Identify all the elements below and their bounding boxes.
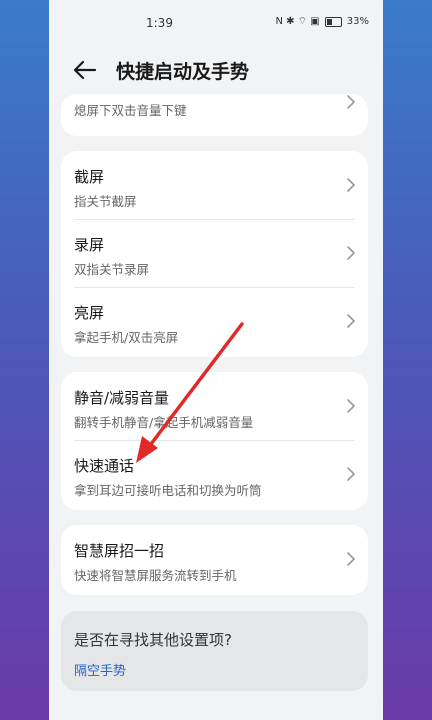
battery-percent: 33%: [346, 16, 369, 27]
page-title: 快捷启动及手势: [116, 61, 250, 83]
chevron-right-icon: [347, 95, 355, 109]
settings-row-mute[interactable]: 静音/减弱音量 翻转手机静音/拿起手机减弱音量: [61, 372, 368, 440]
page-header: 快捷启动及手势: [49, 46, 383, 94]
status-time: 1:39: [146, 16, 173, 30]
divider: [74, 219, 355, 220]
settings-card-smart-screen: 智慧屏招一招 快速将智慧屏服务流转到手机: [61, 525, 368, 595]
battery-icon: [324, 16, 342, 27]
row-subtitle: 指关节截屏: [74, 194, 137, 209]
row-title: 快速通话: [74, 457, 135, 475]
row-title: 录屏: [74, 236, 105, 254]
chevron-right-icon: [347, 399, 355, 413]
settings-card-calls: 静音/减弱音量 翻转手机静音/拿起手机减弱音量 快速通话 拿到耳边可接听电话和切…: [61, 372, 368, 510]
chevron-right-icon: [347, 314, 355, 328]
status-icons: N ✱ ⌔ ▣ 33%: [276, 15, 369, 28]
settings-row-quick-call[interactable]: 快速通话 拿到耳边可接听电话和切换为听筒: [61, 440, 368, 508]
row-subtitle: 快速将智慧屏服务流转到手机: [74, 568, 237, 583]
back-arrow-icon[interactable]: [71, 56, 99, 84]
status-bar: 1:39 N ✱ ⌔ ▣ 33%: [49, 0, 383, 46]
chevron-right-icon: [347, 178, 355, 192]
chevron-right-icon: [347, 552, 355, 566]
status-indicator-icons: N ✱ ⌔ ▣: [275, 16, 320, 27]
settings-row-partial[interactable]: 熄屏下双击音量下键: [61, 94, 368, 136]
row-title: 智慧屏招一招: [74, 542, 165, 560]
row-subtitle: 翻转手机静音/拿起手机减弱音量: [74, 415, 254, 430]
settings-row-smart-screen-wave[interactable]: 智慧屏招一招 快速将智慧屏服务流转到手机: [61, 525, 368, 593]
row-title: 静音/减弱音量: [74, 389, 170, 407]
settings-row-screenshot[interactable]: 截屏 指关节截屏: [61, 151, 368, 219]
row-subtitle: 熄屏下双击音量下键: [74, 103, 187, 118]
row-title: 亮屏: [74, 304, 105, 322]
search-suggestion-link[interactable]: 隔空手势: [74, 660, 126, 679]
search-suggestion-card: 是否在寻找其他设置项? 隔空手势: [61, 611, 368, 691]
row-subtitle: 双指关节录屏: [74, 262, 150, 277]
search-suggestion-question: 是否在寻找其他设置项?: [74, 631, 232, 649]
row-title: 截屏: [74, 168, 105, 186]
divider: [74, 440, 355, 441]
settings-row-wake-screen[interactable]: 亮屏 拿起手机/双击亮屏: [61, 287, 368, 355]
row-subtitle: 拿起手机/双击亮屏: [74, 330, 179, 345]
chevron-right-icon: [347, 467, 355, 481]
chevron-right-icon: [347, 246, 355, 260]
settings-row-screen-record[interactable]: 录屏 双指关节录屏: [61, 219, 368, 287]
divider: [74, 287, 355, 288]
settings-card-screen: 截屏 指关节截屏 录屏 双指关节录屏 亮屏 拿起手机/双击亮屏: [61, 151, 368, 357]
phone-screen: 1:39 N ✱ ⌔ ▣ 33% 快捷启动及手势 熄屏下双击音量下键 截屏 指关…: [49, 0, 383, 720]
settings-card-partial: 熄屏下双击音量下键: [61, 94, 368, 136]
row-subtitle: 拿到耳边可接听电话和切换为听筒: [74, 483, 262, 498]
